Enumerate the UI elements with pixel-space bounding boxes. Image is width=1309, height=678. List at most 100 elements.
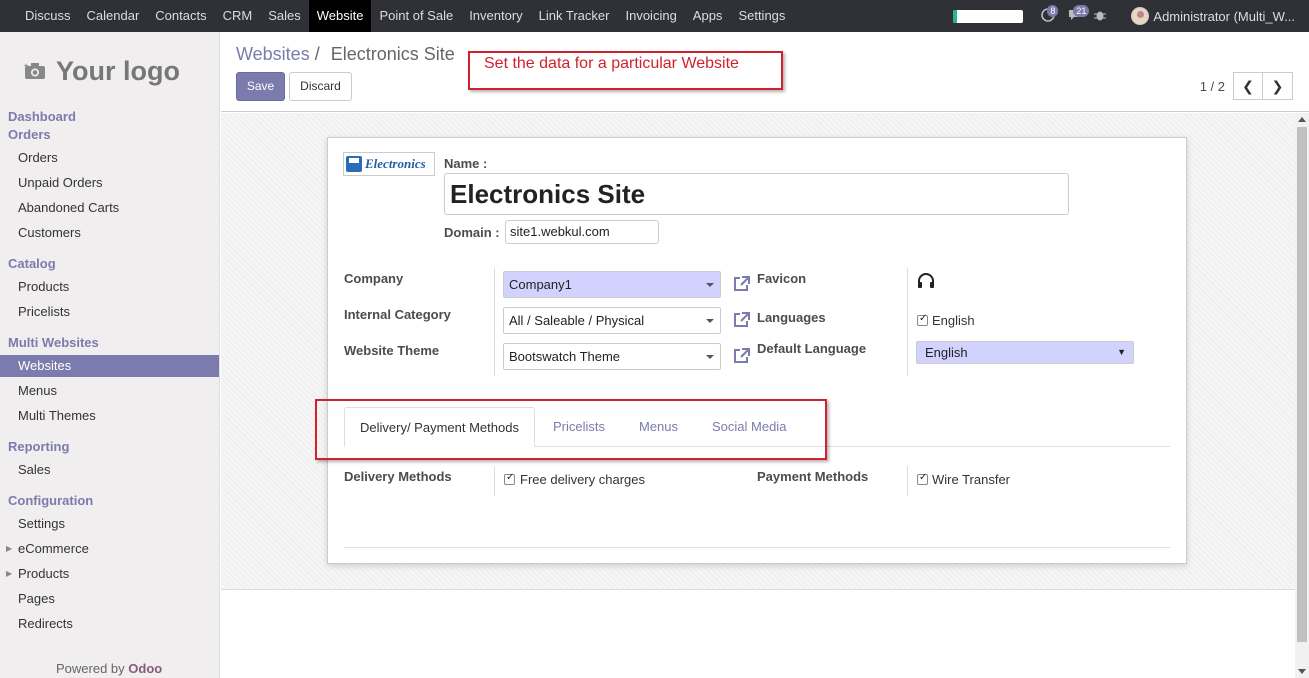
sidebar-section-catalog[interactable]: Catalog: [8, 256, 56, 271]
tab-menus[interactable]: Menus: [624, 407, 693, 447]
sidebar-item-multi-themes[interactable]: Multi Themes: [0, 405, 219, 427]
messages-button[interactable]: 8: [1041, 4, 1059, 25]
external-link-icon[interactable]: [733, 347, 751, 365]
pager-next-button[interactable]: ❯: [1263, 72, 1293, 100]
save-button[interactable]: Save: [236, 72, 285, 101]
external-link-icon[interactable]: [733, 275, 751, 293]
sidebar-item-pricelists[interactable]: Pricelists: [0, 301, 219, 323]
website-logo-text: Electronics: [365, 156, 426, 171]
sidebar-item-sales[interactable]: Sales: [0, 459, 219, 481]
menu-settings[interactable]: Settings: [730, 0, 793, 32]
pager-previous-button[interactable]: ❮: [1233, 72, 1263, 100]
free-delivery-checkbox[interactable]: [504, 472, 515, 485]
svg-text:+: +: [24, 63, 28, 70]
sidebar-item-ecommerce[interactable]: ▶ eCommerce: [0, 538, 219, 560]
languages-checkbox[interactable]: [917, 313, 928, 326]
divider: [494, 466, 495, 496]
languages-label: Languages: [757, 310, 826, 325]
sidebar-item-customers[interactable]: Customers: [0, 222, 219, 244]
sidebar-item-products[interactable]: Products: [0, 276, 219, 298]
powered-by-text: Powered by: [56, 661, 125, 676]
wire-transfer-checkbox[interactable]: [917, 472, 928, 485]
menu-sales[interactable]: Sales: [260, 0, 309, 32]
form-sheet: Electronics Name : Electronics Site Doma…: [327, 137, 1187, 564]
domain-field[interactable]: site1.webkul.com: [505, 220, 659, 244]
breadcrumb: Websites / Electronics Site: [236, 44, 455, 65]
menu-link-tracker[interactable]: Link Tracker: [531, 0, 618, 32]
menu-website[interactable]: Website: [308, 0, 372, 32]
sidebar-item-unpaid-orders[interactable]: Unpaid Orders: [0, 172, 219, 194]
internal-category-value: All / Saleable / Physical: [509, 313, 645, 328]
tab-delivery-payment[interactable]: Delivery/ Payment Methods: [344, 407, 535, 447]
sidebar-item-pages[interactable]: Pages: [0, 588, 219, 610]
divider: [907, 466, 908, 496]
name-field[interactable]: Electronics Site: [444, 173, 1069, 215]
default-language-select[interactable]: English ▼: [916, 341, 1134, 364]
user-avatar[interactable]: [1131, 7, 1150, 25]
website-theme-select[interactable]: Bootswatch Theme: [503, 343, 721, 370]
user-menu[interactable]: Administrator (Multi_W...: [1153, 9, 1295, 24]
menu-crm[interactable]: CRM: [215, 0, 261, 32]
company-value: Company1: [509, 277, 572, 292]
free-delivery-label: Free delivery charges: [520, 472, 645, 487]
scrollbar[interactable]: [1295, 113, 1309, 678]
sidebar-item-abandoned-carts[interactable]: Abandoned Carts: [0, 197, 219, 219]
sidebar-section-reporting[interactable]: Reporting: [8, 439, 69, 454]
onboarding-progress-bar[interactable]: [953, 9, 1024, 23]
sidebar-section-dashboard[interactable]: Dashboard: [8, 109, 76, 124]
menu-inventory[interactable]: Inventory: [461, 0, 530, 32]
menu-contacts[interactable]: Contacts: [147, 0, 214, 32]
menu-discuss[interactable]: Discuss: [0, 0, 79, 32]
scrollbar-thumb[interactable]: [1297, 127, 1307, 642]
menu-calendar[interactable]: Calendar: [79, 0, 148, 32]
caret-right-icon: ▶: [6, 569, 13, 578]
activities-button[interactable]: 21: [1067, 4, 1090, 25]
sidebar-item-settings[interactable]: Settings: [0, 513, 219, 535]
debug-button[interactable]: [1093, 8, 1107, 25]
sidebar: + Your logo Dashboard Orders Orders Unpa…: [0, 32, 220, 678]
menu-invoicing[interactable]: Invoicing: [617, 0, 684, 32]
breadcrumb-current: Electronics Site: [330, 44, 455, 64]
favicon-label: Favicon: [757, 271, 807, 286]
app-menu: Discuss Calendar Contacts CRM Sales Webs…: [0, 0, 793, 32]
caret-down-icon: ▼: [1117, 347, 1126, 357]
breadcrumb-parent[interactable]: Websites: [236, 44, 310, 64]
company-select[interactable]: Company1: [503, 271, 721, 298]
menu-apps[interactable]: Apps: [685, 0, 731, 32]
powered-by-brand[interactable]: Odoo: [128, 661, 162, 676]
chevron-left-icon: ❮: [1242, 77, 1254, 94]
name-label: Name :: [444, 156, 488, 171]
tab-social-media[interactable]: Social Media: [697, 407, 801, 447]
progress-fill: [953, 9, 957, 23]
external-link-icon[interactable]: [733, 311, 751, 329]
sidebar-item-redirects[interactable]: Redirects: [0, 613, 219, 635]
default-language-value: English: [925, 345, 968, 360]
company-logo[interactable]: + Your logo: [24, 50, 204, 92]
scroll-down-icon[interactable]: [1298, 669, 1306, 674]
website-logo-image[interactable]: Electronics: [343, 152, 435, 176]
sidebar-item-websites[interactable]: Websites: [0, 355, 219, 377]
sidebar-item-orders[interactable]: Orders: [0, 147, 219, 169]
sidebar-section-orders[interactable]: Orders: [8, 127, 51, 142]
systray: 8 21 Administrator (Multi_W...: [953, 0, 1309, 32]
sidebar-section-multi-websites[interactable]: Multi Websites: [8, 335, 99, 350]
pager-count[interactable]: 1 / 2: [1200, 79, 1225, 94]
delivery-methods-label: Delivery Methods: [344, 469, 452, 484]
sidebar-item-menus[interactable]: Menus: [0, 380, 219, 402]
scroll-up-icon[interactable]: [1298, 117, 1306, 122]
tab-pricelists[interactable]: Pricelists: [538, 407, 620, 447]
default-language-label: Default Language: [757, 341, 867, 356]
payment-methods-label: Payment Methods: [757, 469, 869, 484]
internal-category-select[interactable]: All / Saleable / Physical: [503, 307, 721, 334]
sidebar-section-configuration[interactable]: Configuration: [8, 493, 93, 508]
sidebar-item-config-products[interactable]: ▶ Products: [0, 563, 219, 585]
messages-badge: 8: [1047, 4, 1059, 17]
breadcrumb-separator: /: [314, 44, 320, 64]
camera-icon: +: [24, 63, 45, 79]
sidebar-item-ecommerce-label: eCommerce: [18, 541, 89, 556]
menu-point-of-sale[interactable]: Point of Sale: [371, 0, 461, 32]
headphones-icon[interactable]: [916, 271, 936, 291]
annotation-callout: Set the data for a particular Website: [468, 51, 783, 90]
discard-button[interactable]: Discard: [289, 72, 352, 101]
internal-category-label: Internal Category: [344, 307, 451, 322]
